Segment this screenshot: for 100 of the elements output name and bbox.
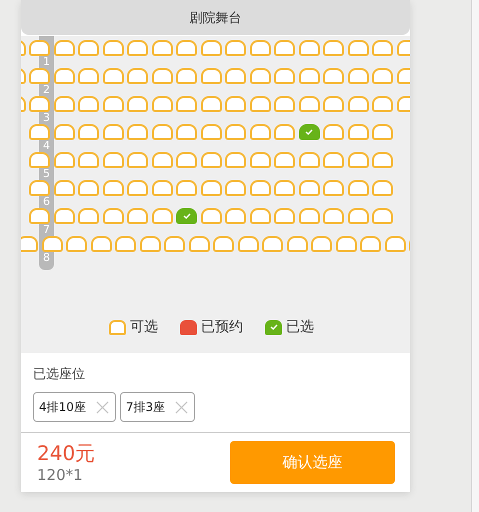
seat[interactable] <box>200 40 222 56</box>
seat[interactable] <box>372 96 393 112</box>
seat[interactable] <box>176 124 197 140</box>
seat[interactable] <box>323 124 344 140</box>
seat[interactable] <box>152 152 172 168</box>
seat[interactable] <box>78 180 99 196</box>
seat[interactable] <box>78 68 99 84</box>
seat[interactable] <box>225 40 246 56</box>
seat[interactable] <box>54 40 74 56</box>
seat[interactable] <box>298 68 320 84</box>
seat[interactable] <box>127 152 148 168</box>
seat[interactable] <box>348 152 368 168</box>
seat[interactable] <box>200 68 222 84</box>
seat[interactable] <box>176 68 197 84</box>
seat[interactable] <box>102 68 124 84</box>
seat[interactable] <box>29 68 50 84</box>
seat[interactable] <box>152 124 172 140</box>
seat[interactable] <box>250 96 270 112</box>
seat[interactable] <box>78 124 99 140</box>
seat[interactable] <box>225 208 246 224</box>
seat[interactable] <box>336 236 356 252</box>
seat[interactable] <box>127 208 148 224</box>
seat[interactable] <box>298 152 320 168</box>
seat[interactable] <box>127 68 148 84</box>
seat[interactable] <box>29 208 50 224</box>
seat[interactable] <box>274 152 295 168</box>
close-icon[interactable] <box>96 400 109 414</box>
seat[interactable] <box>225 96 246 112</box>
seat[interactable] <box>298 180 320 196</box>
seat[interactable] <box>250 180 270 196</box>
seat[interactable] <box>274 124 295 140</box>
seat[interactable] <box>323 96 344 112</box>
seat[interactable] <box>274 96 295 112</box>
seat[interactable] <box>225 124 246 140</box>
seat[interactable] <box>323 40 344 56</box>
seat[interactable] <box>29 180 50 196</box>
seat[interactable] <box>348 96 368 112</box>
seat[interactable] <box>152 96 172 112</box>
seat[interactable] <box>274 180 295 196</box>
seat[interactable] <box>127 40 148 56</box>
seat[interactable] <box>102 124 124 140</box>
seat[interactable] <box>176 180 197 196</box>
seat[interactable] <box>250 40 270 56</box>
seat[interactable] <box>90 236 112 252</box>
seat[interactable] <box>348 180 368 196</box>
seat[interactable] <box>286 236 308 252</box>
seat[interactable] <box>372 68 393 84</box>
selected-seat[interactable] <box>298 124 320 140</box>
seat[interactable] <box>127 96 148 112</box>
seat[interactable] <box>372 124 393 140</box>
seat[interactable] <box>384 236 406 252</box>
seat[interactable] <box>200 96 222 112</box>
seat[interactable] <box>176 40 197 56</box>
seat[interactable] <box>372 180 393 196</box>
seat[interactable] <box>140 236 160 252</box>
seat[interactable] <box>298 40 320 56</box>
seat[interactable] <box>200 124 222 140</box>
seat[interactable] <box>102 180 124 196</box>
seat[interactable] <box>250 152 270 168</box>
seat[interactable] <box>78 208 99 224</box>
seat[interactable] <box>102 40 124 56</box>
seat[interactable] <box>115 236 136 252</box>
seat[interactable] <box>54 68 74 84</box>
seat[interactable] <box>225 68 246 84</box>
seat[interactable] <box>225 152 246 168</box>
seat[interactable] <box>54 124 74 140</box>
seat[interactable] <box>348 68 368 84</box>
seat[interactable] <box>78 152 99 168</box>
seat[interactable] <box>78 96 99 112</box>
seat[interactable] <box>200 152 222 168</box>
seat[interactable] <box>152 208 172 224</box>
seat[interactable] <box>274 40 295 56</box>
seat[interactable] <box>323 208 344 224</box>
confirm-button[interactable]: 确认选座 <box>230 441 395 484</box>
seat[interactable] <box>311 236 332 252</box>
seat[interactable] <box>298 96 320 112</box>
seat[interactable] <box>176 96 197 112</box>
seat[interactable] <box>225 180 246 196</box>
seat[interactable] <box>102 152 124 168</box>
seat[interactable] <box>372 40 393 56</box>
seat[interactable] <box>54 152 74 168</box>
seat[interactable] <box>29 124 50 140</box>
seat[interactable] <box>262 236 283 252</box>
seat[interactable] <box>54 208 74 224</box>
seat[interactable] <box>323 180 344 196</box>
seat[interactable] <box>372 152 393 168</box>
seat[interactable] <box>250 124 270 140</box>
seat[interactable] <box>348 124 368 140</box>
seat[interactable] <box>54 96 74 112</box>
close-icon[interactable] <box>175 400 188 414</box>
seat[interactable] <box>250 208 270 224</box>
seat[interactable] <box>152 180 172 196</box>
seat[interactable] <box>274 68 295 84</box>
seat[interactable] <box>164 236 185 252</box>
seat[interactable] <box>188 236 210 252</box>
seat[interactable] <box>323 152 344 168</box>
seat[interactable] <box>200 180 222 196</box>
seat[interactable] <box>176 152 197 168</box>
seat[interactable] <box>200 208 222 224</box>
seat[interactable] <box>238 236 258 252</box>
